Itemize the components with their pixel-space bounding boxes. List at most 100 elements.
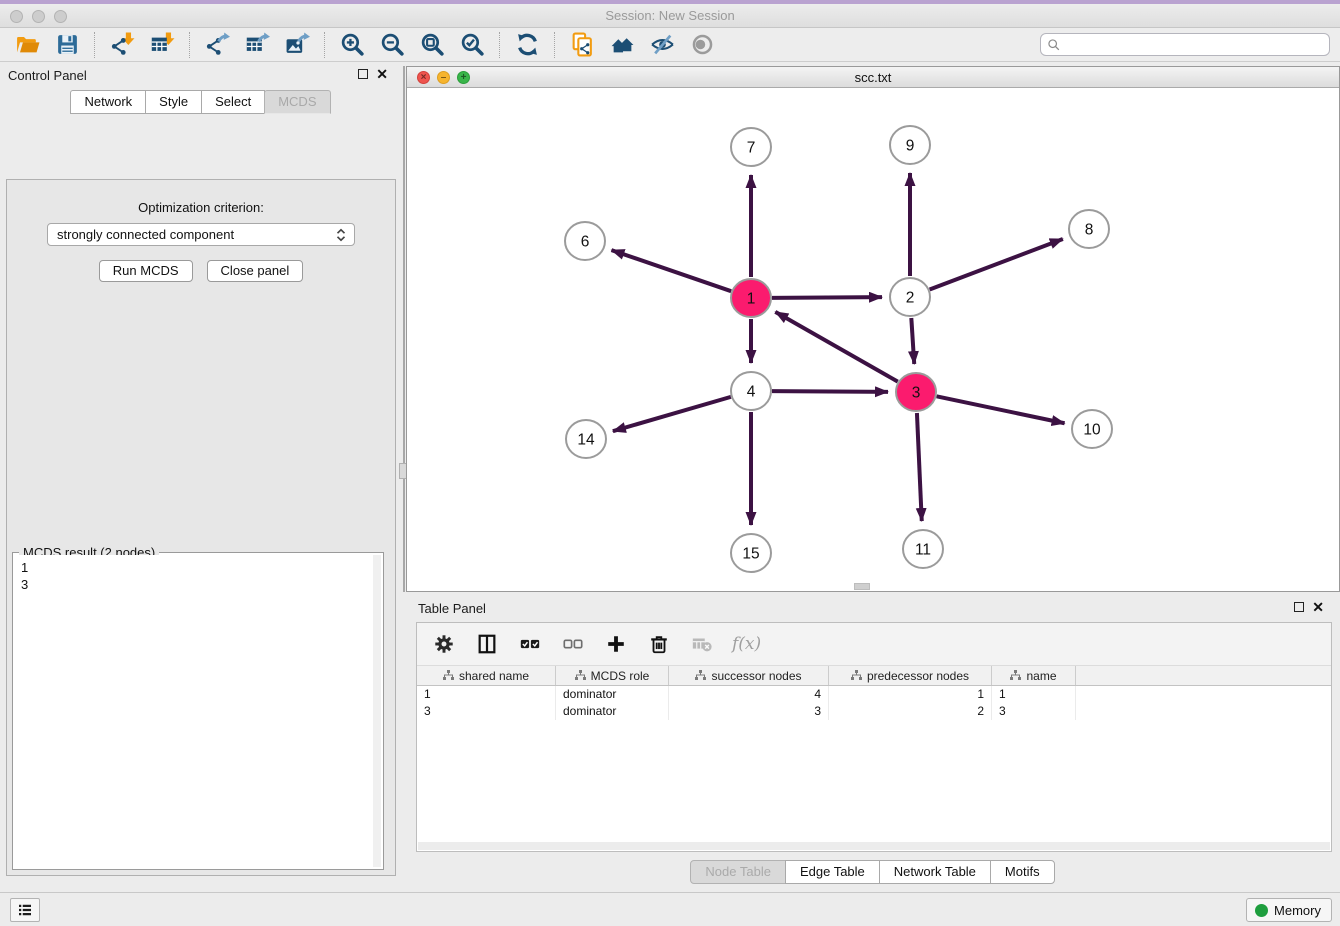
table-panel-header: Table Panel ✕ [406, 595, 1340, 621]
control-panel-title: Control Panel [8, 68, 87, 83]
svg-text:9: 9 [906, 138, 915, 155]
node-6[interactable]: 6 [565, 222, 605, 260]
edge-4-3[interactable] [772, 391, 888, 392]
table-cell[interactable]: 3 [992, 703, 1076, 720]
table-cell[interactable]: 3 [669, 703, 829, 720]
result-scrollbar[interactable] [373, 555, 381, 867]
edge-1-6[interactable] [611, 250, 731, 291]
mcds-result-text[interactable]: 13 [15, 555, 373, 867]
edge-4-14[interactable] [613, 397, 731, 431]
table-cell[interactable]: dominator [556, 703, 669, 720]
node-1[interactable]: 1 [731, 279, 771, 317]
tab-style[interactable]: Style [145, 90, 202, 114]
edge-3-1[interactable] [775, 312, 897, 382]
table-cell[interactable]: 3 [417, 703, 556, 720]
column-header-predecessor-nodes[interactable]: predecessor nodes [829, 666, 992, 685]
table-cell[interactable]: 4 [669, 686, 829, 703]
criterion-select[interactable]: strongly connected component [47, 223, 355, 246]
fit-content-icon[interactable] [419, 32, 445, 58]
tab-mcds[interactable]: MCDS [264, 90, 330, 114]
tab-network-table[interactable]: Network Table [879, 860, 991, 884]
float-table-panel-icon[interactable] [1294, 602, 1304, 612]
column-header-shared-name[interactable]: shared name [417, 666, 556, 685]
network-canvas[interactable]: 7 9 6 8 1 2 4 3 14 10 15 11 [407, 88, 1339, 591]
columns-icon[interactable] [474, 631, 500, 657]
node-9[interactable]: 9 [890, 126, 930, 164]
column-header-name[interactable]: name [992, 666, 1076, 685]
float-panel-icon[interactable] [358, 69, 368, 79]
edge-3-11[interactable] [917, 413, 922, 521]
import-network-icon[interactable] [109, 32, 135, 58]
deselect-all-icon[interactable] [560, 631, 586, 657]
node-7[interactable]: 7 [731, 128, 771, 166]
tab-node-table[interactable]: Node Table [690, 860, 786, 884]
home-icon[interactable] [609, 32, 635, 58]
export-network-icon[interactable] [204, 32, 230, 58]
table-row[interactable]: 3dominator323 [417, 703, 1331, 720]
close-panel-button[interactable]: Close panel [207, 260, 304, 282]
search-input[interactable] [1066, 38, 1323, 52]
tab-select[interactable]: Select [201, 90, 265, 114]
mcds-result-line: 1 [21, 559, 367, 576]
svg-text:15: 15 [742, 546, 759, 563]
table-scroll-strip[interactable] [418, 842, 1330, 850]
tab-motifs[interactable]: Motifs [990, 860, 1055, 884]
save-session-icon[interactable] [54, 32, 80, 58]
delete-row-icon[interactable] [646, 631, 672, 657]
add-row-icon[interactable] [603, 631, 629, 657]
export-table-icon[interactable] [244, 32, 270, 58]
zoom-selected-icon[interactable] [459, 32, 485, 58]
function-builder-icon[interactable]: f(x) [732, 634, 761, 654]
node-15[interactable]: 15 [731, 534, 771, 572]
delete-table-icon[interactable] [689, 631, 715, 657]
zoom-in-icon[interactable] [339, 32, 365, 58]
view-eye-icon[interactable] [689, 32, 715, 58]
refresh-layout-icon[interactable] [514, 32, 540, 58]
table-row[interactable]: 1dominator411 [417, 686, 1331, 703]
zoom-out-icon[interactable] [379, 32, 405, 58]
table-cell[interactable]: 1 [829, 686, 992, 703]
table-cell[interactable]: dominator [556, 686, 669, 703]
run-mcds-button[interactable]: Run MCDS [99, 260, 193, 282]
search-box[interactable] [1040, 33, 1330, 56]
export-image-icon[interactable] [284, 32, 310, 58]
close-table-panel-icon[interactable]: ✕ [1312, 602, 1324, 612]
network-resize-grip[interactable] [854, 583, 870, 590]
edge-1-2[interactable] [772, 297, 882, 298]
column-header-successor-nodes[interactable]: successor nodes [669, 666, 829, 685]
tab-network[interactable]: Network [70, 90, 146, 114]
column-label: name [1026, 669, 1056, 683]
edge-2-8[interactable] [930, 239, 1063, 290]
node-14[interactable]: 14 [566, 420, 606, 458]
tab-edge-table[interactable]: Edge Table [785, 860, 880, 884]
edge-3-10[interactable] [937, 396, 1065, 423]
close-panel-icon[interactable]: ✕ [376, 69, 388, 79]
column-header-MCDS-role[interactable]: MCDS role [556, 666, 669, 685]
open-file-icon[interactable] [14, 32, 40, 58]
node-2[interactable]: 2 [890, 278, 930, 316]
memory-button[interactable]: Memory [1246, 898, 1332, 922]
column-label: predecessor nodes [867, 669, 969, 683]
split-divider[interactable] [403, 66, 405, 592]
table-cell[interactable]: 2 [829, 703, 992, 720]
network-window-titlebar[interactable]: × – + scc.txt [407, 67, 1339, 88]
edge-2-3[interactable] [911, 318, 914, 364]
memory-label: Memory [1274, 903, 1321, 918]
svg-text:11: 11 [915, 542, 931, 559]
memory-status-icon [1255, 904, 1268, 917]
node-10[interactable]: 10 [1072, 410, 1112, 448]
node-3[interactable]: 3 [896, 373, 936, 411]
settings-gear-icon[interactable] [431, 631, 457, 657]
table-cell[interactable]: 1 [417, 686, 556, 703]
node-11[interactable]: 11 [903, 530, 943, 568]
node-4[interactable]: 4 [731, 372, 771, 410]
duplicate-network-icon[interactable] [569, 32, 595, 58]
hide-eye-icon[interactable] [649, 32, 675, 58]
select-all-icon[interactable] [517, 631, 543, 657]
import-table-icon[interactable] [149, 32, 175, 58]
svg-text:6: 6 [581, 234, 590, 251]
table-cell[interactable]: 1 [992, 686, 1076, 703]
titlebar: Session: New Session [0, 4, 1340, 28]
node-8[interactable]: 8 [1069, 210, 1109, 248]
task-history-button[interactable] [10, 898, 40, 922]
